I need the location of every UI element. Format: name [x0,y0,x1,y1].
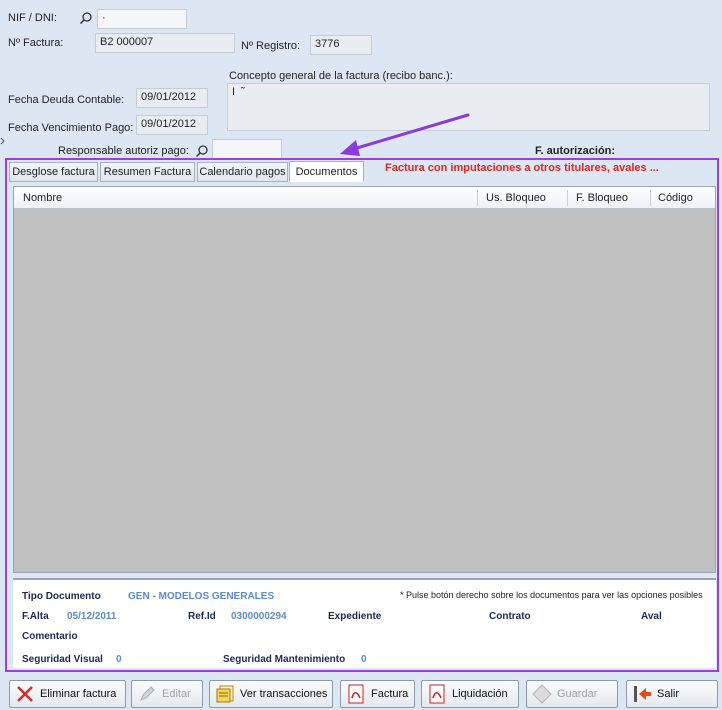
warning-message: Factura con imputaciones a otros titular… [385,162,659,174]
column-header-f-bloqueo[interactable]: F. Bloqueo [569,187,628,209]
seguridad-mantenimiento-value: 0 [361,654,367,665]
tab-resumen-factura[interactable]: Resumen Factura [100,162,195,182]
salir-label: Salir [657,688,680,700]
annotation-arrow-icon [340,113,470,156]
tab-documentos[interactable]: Documentos [289,161,364,182]
f-alta-label: F.Alta [22,611,49,622]
registro-label: Nº Registro: [241,40,301,52]
pdf-icon [348,684,364,704]
guardar-label: Guardar [557,688,598,700]
factura-button[interactable]: Factura [340,680,415,708]
search-icon[interactable] [79,11,93,25]
column-header-nombre[interactable]: Nombre [16,187,62,209]
expediente-label: Expediente [328,611,382,622]
responsable-field[interactable] [212,139,282,159]
fecha-vencimiento-field[interactable]: 09/01/2012 [136,115,208,135]
fecha-deuda-label: Fecha Deuda Contable: [8,94,125,106]
documents-grid[interactable]: Nombre Us. Bloqueo F. Bloqueo Código [13,186,716,573]
fecha-vencimiento-label: Fecha Vencimiento Pago: [8,122,134,134]
ref-id-label: Ref.Id [188,611,216,622]
editar-label: Editar [162,688,191,700]
ref-id-value: 0300000294 [231,611,287,622]
responsable-label: Responsable autoriz pago: [58,145,189,157]
eliminar-factura-label: Eliminar factura [40,688,117,700]
nif-field[interactable]: · [97,9,187,29]
seguridad-visual-value: 0 [116,654,122,665]
liquidacion-button[interactable]: Liquidación [421,680,519,708]
tab-desglose-factura[interactable]: Desglose factura [9,162,98,182]
registro-field[interactable]: 3776 [310,35,372,55]
tab-calendario-pagos[interactable]: Calendario pagos [197,162,288,182]
nif-label: NIF / DNI: [8,12,57,24]
pdf-icon [429,684,445,704]
liquidacion-label: Liquidación [452,688,508,700]
exit-door-icon [634,686,651,702]
context-menu-hint: * Pulse botón derecho sobre los document… [400,590,703,600]
column-header-codigo[interactable]: Código [651,187,693,209]
ver-transacciones-button[interactable]: Ver transacciones [209,680,333,708]
factura-field[interactable]: B2 000007 [95,33,235,53]
contrato-label: Contrato [489,611,531,622]
fecha-deuda-field[interactable]: 09/01/2012 [136,88,208,108]
comentario-label: Comentario [22,631,78,642]
ver-transacciones-label: Ver transacciones [240,688,328,700]
concepto-label: Concepto general de la factura (recibo b… [229,70,453,82]
guardar-button[interactable]: Guardar [526,680,618,708]
eliminar-factura-button[interactable]: Eliminar factura [9,680,126,708]
document-details: Tipo Documento GEN - MODELOS GENERALES *… [13,578,716,668]
salir-button[interactable]: Salir [626,680,718,708]
tipo-documento-value: GEN - MODELOS GENERALES [128,591,275,602]
collapse-marker-icon [0,137,5,145]
search-icon[interactable] [195,144,209,158]
column-header-us-bloqueo[interactable]: Us. Bloqueo [479,187,546,209]
transactions-icon [216,685,234,703]
factura-label: Factura [371,688,409,700]
factura-label: Nº Factura: [8,37,64,49]
aval-label: Aval [641,611,662,622]
f-autorizacion-label: F. autorización: [535,145,616,157]
save-diamond-icon [532,684,552,704]
pencil-icon [140,686,155,701]
seguridad-visual-label: Seguridad Visual [22,654,103,665]
column-separator[interactable] [477,190,478,206]
seguridad-mantenimiento-label: Seguridad Mantenimiento [223,654,346,665]
column-separator[interactable] [567,190,568,206]
delete-x-icon [17,686,33,702]
f-alta-value: 05/12/2011 [67,611,117,622]
tipo-documento-label: Tipo Documento [22,591,101,602]
editar-button[interactable]: Editar [131,680,203,708]
grid-header: Nombre Us. Bloqueo F. Bloqueo Código [14,187,715,209]
